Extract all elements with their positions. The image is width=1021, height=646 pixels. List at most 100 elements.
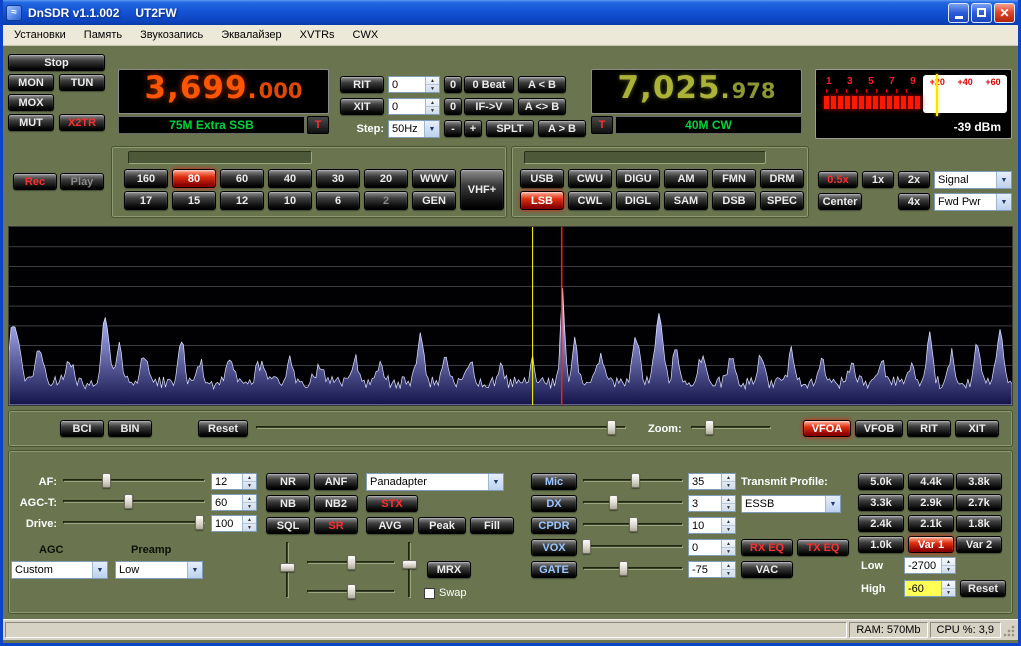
gate-slider[interactable] (583, 561, 683, 577)
vfob-tune-button[interactable]: VFOB (855, 420, 903, 437)
sr-button[interactable]: SR (314, 517, 358, 534)
spin-up-icon[interactable]: ▲ (243, 495, 256, 503)
panadapter-display[interactable] (8, 226, 1013, 406)
minimize-button[interactable] (948, 3, 969, 23)
mut-button[interactable]: MUT (8, 114, 54, 131)
spin-up-icon[interactable]: ▲ (722, 540, 735, 548)
filter-button-1-8k[interactable]: 1.8k (956, 515, 1002, 532)
spin-down-icon[interactable]: ▼ (722, 504, 735, 511)
mrx-pan-sub-slider[interactable] (307, 584, 395, 600)
mode-button-usb[interactable]: USB (520, 169, 564, 188)
tun-button[interactable]: TUN (59, 74, 105, 91)
spin-down-icon[interactable]: ▼ (426, 107, 439, 114)
spin-up-icon[interactable]: ▲ (722, 518, 735, 526)
band-button-10[interactable]: 10 (268, 191, 312, 210)
drive-spinner[interactable]: 100 ▲▼ (211, 515, 257, 532)
vfo-b-display[interactable]: 7,025 . 978 (591, 69, 802, 114)
dx-slider-thumb[interactable] (609, 495, 618, 510)
filter-button-2-1k[interactable]: 2.1k (908, 515, 954, 532)
vac-button[interactable]: VAC (741, 561, 793, 578)
a-to-b-button[interactable]: A < B (518, 76, 566, 93)
menu-item-settings[interactable]: Установки (5, 26, 75, 44)
spin-up-icon[interactable]: ▲ (942, 581, 955, 589)
vfo-a-tx-button[interactable]: T (307, 116, 329, 134)
filter-button-5-0k[interactable]: 5.0k (858, 473, 904, 490)
tune-slider[interactable] (256, 420, 626, 436)
nb2-button[interactable]: NB2 (314, 495, 358, 512)
spin-up-icon[interactable]: ▲ (722, 474, 735, 482)
peak-button[interactable]: Peak (418, 517, 466, 534)
mode-button-fmn[interactable]: FMN (712, 169, 756, 188)
x2tr-button[interactable]: X2TR (59, 114, 105, 131)
gate-button[interactable]: GATE (531, 561, 577, 578)
vox-slider[interactable] (583, 539, 683, 555)
zoom-05x-button[interactable]: 0.5x (818, 171, 858, 188)
cpdr-slider[interactable] (583, 517, 683, 533)
xit-zero-button[interactable]: 0 (444, 98, 462, 115)
spin-up-icon[interactable]: ▲ (722, 496, 735, 504)
rit-tune-button[interactable]: RIT (907, 420, 951, 437)
avg-button[interactable]: AVG (366, 517, 414, 534)
spin-down-icon[interactable]: ▼ (722, 570, 735, 577)
step-down-button[interactable]: - (444, 120, 462, 137)
spin-up-icon[interactable]: ▲ (942, 558, 955, 566)
mon-button[interactable]: MON (8, 74, 54, 91)
agct-slider-thumb[interactable] (124, 494, 133, 509)
filter-button-3-3k[interactable]: 3.3k (858, 494, 904, 511)
xit-tune-button[interactable]: XIT (955, 420, 999, 437)
xit-button[interactable]: XIT (340, 98, 384, 115)
preamp-combo[interactable]: Low ▼ (115, 561, 203, 579)
band-button-wwv[interactable]: WWV (412, 169, 456, 188)
mic-slider[interactable] (583, 473, 683, 489)
menu-item-recording[interactable]: Звукозапись (131, 26, 212, 44)
if-to-vfo-button[interactable]: IF->V (464, 98, 514, 115)
zoom-slider-thumb[interactable] (705, 420, 714, 435)
rx-eq-button[interactable]: RX EQ (741, 539, 793, 556)
mode-button-cwl[interactable]: CWL (568, 191, 612, 210)
spin-down-icon[interactable]: ▼ (722, 482, 735, 489)
filter-button-2-9k[interactable]: 2.9k (908, 494, 954, 511)
meter-rx-combo[interactable]: Signal ▼ (934, 171, 1012, 189)
subrx-gain-slider[interactable] (280, 542, 296, 598)
vox-spinner[interactable]: 0 ▲▼ (688, 539, 736, 556)
zoom-slider[interactable] (691, 420, 771, 436)
mode-button-digl[interactable]: DIGL (616, 191, 660, 210)
bin-button[interactable]: BIN (108, 420, 152, 437)
band-button-20[interactable]: 20 (364, 169, 408, 188)
spin-up-icon[interactable]: ▲ (722, 562, 735, 570)
vfo-b-tx-button[interactable]: T (591, 116, 613, 134)
agct-spinner[interactable]: 60 ▲▼ (211, 494, 257, 511)
agct-slider[interactable] (63, 494, 205, 510)
chevron-down-icon[interactable]: ▼ (996, 194, 1011, 210)
gate-spinner[interactable]: -75 ▲▼ (688, 561, 736, 578)
menu-item-equalizer[interactable]: Эквалайзер (212, 26, 290, 44)
play-button[interactable]: Play (60, 173, 104, 190)
filter-low-spinner[interactable]: -2700 ▲▼ (904, 557, 956, 574)
mode-button-dsb[interactable]: DSB (712, 191, 756, 210)
anf-button[interactable]: ANF (314, 473, 358, 490)
af-slider-thumb[interactable] (102, 473, 111, 488)
band-button-60[interactable]: 60 (220, 169, 264, 188)
spin-down-icon[interactable]: ▼ (426, 85, 439, 92)
mox-button[interactable]: MOX (8, 94, 54, 111)
band-button-6[interactable]: 6 (316, 191, 360, 210)
dx-spinner[interactable]: 3 ▲▼ (688, 495, 736, 512)
band-button-vhf[interactable]: VHF+ (460, 169, 504, 210)
rec-button[interactable]: Rec (13, 173, 57, 190)
mrx-pan-main-thumb[interactable] (347, 555, 356, 570)
stop-button[interactable]: Stop (8, 54, 105, 71)
drive-slider-thumb[interactable] (195, 515, 204, 530)
mode-button-sam[interactable]: SAM (664, 191, 708, 210)
display-reset-button[interactable]: Reset (198, 420, 248, 437)
spin-up-icon[interactable]: ▲ (243, 516, 256, 524)
zoom-1x-button[interactable]: 1x (862, 171, 894, 188)
cpdr-slider-thumb[interactable] (629, 517, 638, 532)
nr-button[interactable]: NR (266, 473, 310, 490)
spin-down-icon[interactable]: ▼ (942, 566, 955, 573)
band-button-80[interactable]: 80 (172, 169, 216, 188)
band-button-17[interactable]: 17 (124, 191, 168, 210)
mode-button-digu[interactable]: DIGU (616, 169, 660, 188)
filter-button-var1[interactable]: Var 1 (908, 536, 954, 553)
spin-down-icon[interactable]: ▼ (243, 482, 256, 489)
band-button-2[interactable]: 2 (364, 191, 408, 210)
